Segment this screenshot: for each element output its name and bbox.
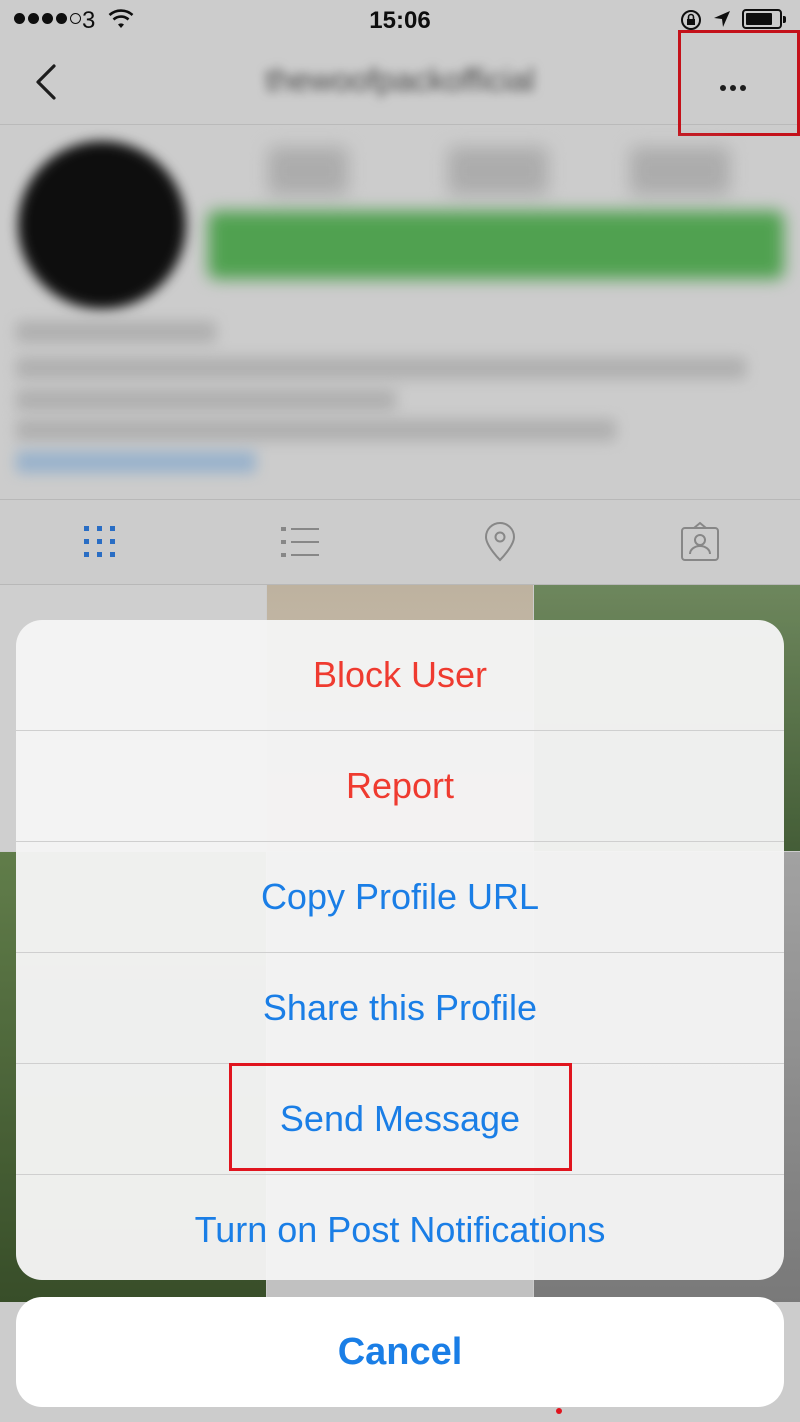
- cancel-button[interactable]: Cancel: [16, 1297, 784, 1407]
- share-profile-button[interactable]: Share this Profile: [16, 953, 784, 1064]
- turn-on-post-notifications-button[interactable]: Turn on Post Notifications: [16, 1175, 784, 1280]
- highlight-box-send-message: [229, 1063, 572, 1171]
- report-button[interactable]: Report: [16, 731, 784, 842]
- block-user-button[interactable]: Block User: [16, 620, 784, 731]
- profile-action-sheet: Block User Report Copy Profile URL Share…: [16, 620, 784, 1280]
- page-indicator-dot: [556, 1408, 562, 1414]
- copy-profile-url-button[interactable]: Copy Profile URL: [16, 842, 784, 953]
